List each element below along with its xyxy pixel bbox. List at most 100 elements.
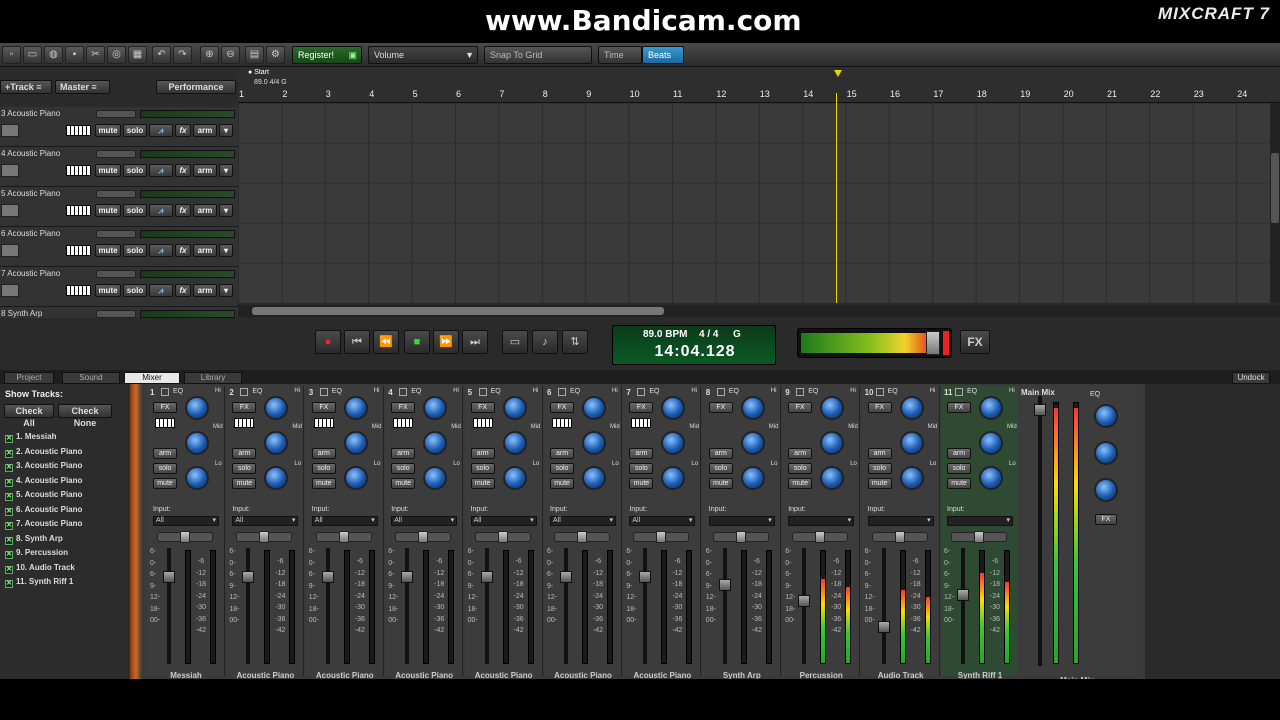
- import-icon[interactable]: ◍: [44, 46, 63, 64]
- input-select[interactable]: ▾: [708, 516, 775, 526]
- channel-fader-knob[interactable]: [718, 579, 731, 591]
- channel-fader-knob[interactable]: [798, 595, 811, 607]
- channel-arm-button[interactable]: arm: [470, 448, 495, 459]
- performance-button[interactable]: Performance: [156, 80, 236, 94]
- instrument-icon[interactable]: [1, 244, 19, 257]
- channel-solo-button[interactable]: solo: [708, 463, 733, 474]
- channel-fader-track[interactable]: [881, 548, 886, 664]
- solo-button[interactable]: solo: [123, 284, 147, 297]
- automation-icon[interactable]: ⩘: [149, 244, 173, 257]
- checkbox-checked-icon[interactable]: ✕: [5, 565, 13, 574]
- eq-hi-knob[interactable]: [582, 396, 606, 420]
- channel-fx-button[interactable]: FX: [311, 402, 336, 413]
- channel-solo-button[interactable]: solo: [867, 463, 892, 474]
- playhead-marker-icon[interactable]: [834, 70, 842, 77]
- piano-keyboard-icon[interactable]: [552, 418, 572, 428]
- pan-knob[interactable]: [735, 531, 746, 543]
- rewind-button[interactable]: ⏪: [373, 330, 399, 354]
- channel-fx-button[interactable]: FX: [153, 402, 177, 413]
- start-marker[interactable]: ● Start: [248, 69, 269, 76]
- channel-solo-button[interactable]: solo: [629, 463, 654, 474]
- track-name[interactable]: 5 Acoustic Piano: [1, 189, 60, 198]
- pan-knob[interactable]: [338, 531, 349, 543]
- input-select[interactable]: All ▾: [470, 516, 537, 526]
- checkbox-checked-icon[interactable]: ✕: [5, 522, 13, 530]
- show-track-checkbox[interactable]: ✕ 3. Acoustic Piano: [5, 461, 115, 474]
- channel-arm-button[interactable]: arm: [629, 448, 654, 459]
- piano-keyboard-icon[interactable]: [472, 418, 493, 428]
- show-track-checkbox[interactable]: ✕ 1. Messiah: [5, 432, 115, 445]
- checkbox-checked-icon[interactable]: ✕: [5, 435, 13, 443]
- eq-mid-knob[interactable]: [820, 431, 845, 455]
- input-select[interactable]: All ▾: [550, 516, 616, 526]
- grid-icon[interactable]: ▦: [128, 46, 147, 64]
- arm-button[interactable]: arm: [193, 124, 217, 137]
- eq-mid-knob[interactable]: [502, 431, 527, 455]
- channel-grid-icon[interactable]: [558, 388, 566, 396]
- channel-solo-button[interactable]: solo: [391, 463, 416, 474]
- channel-arm-button[interactable]: arm: [550, 448, 574, 459]
- input-select[interactable]: ▾: [867, 516, 934, 526]
- channel-fx-button[interactable]: FX: [867, 402, 892, 413]
- channel-fx-button[interactable]: FX: [391, 402, 416, 413]
- check-all-button[interactable]: Check All: [4, 404, 54, 428]
- channel-solo-button[interactable]: solo: [550, 463, 574, 474]
- piano-keyboard-icon[interactable]: [66, 205, 91, 216]
- fx-button[interactable]: fx: [175, 284, 191, 297]
- show-track-checkbox[interactable]: ✕ 9. Percussion: [5, 548, 115, 561]
- track-row[interactable]: 7 Acoustic Piano mute solo ⩘ fx arm ▾: [0, 267, 238, 307]
- fx-button[interactable]: fx: [175, 164, 191, 177]
- show-track-checkbox[interactable]: ✕ 6. Acoustic Piano: [5, 505, 115, 518]
- show-track-checkbox[interactable]: ✕ 2. Acoustic Piano: [5, 447, 115, 460]
- time-toggle[interactable]: Time: [598, 46, 642, 64]
- channel-grid-icon[interactable]: [955, 388, 963, 396]
- show-track-checkbox[interactable]: ✕ 7. Acoustic Piano: [5, 519, 115, 532]
- solo-button[interactable]: solo: [123, 164, 147, 177]
- timeline-grid[interactable]: [238, 93, 1270, 303]
- track-row[interactable]: 6 Acoustic Piano mute solo ⩘ fx arm ▾: [0, 227, 238, 267]
- master-volume-knob[interactable]: [926, 331, 940, 355]
- eq-lo-knob[interactable]: [185, 466, 209, 490]
- channel-fader-knob[interactable]: [877, 621, 890, 633]
- eq-mid-knob[interactable]: [899, 431, 924, 455]
- channel-mute-button[interactable]: mute: [391, 478, 416, 489]
- main-mix-fader-knob[interactable]: [1034, 404, 1046, 416]
- channel-fader-knob[interactable]: [401, 571, 414, 583]
- channel-solo-button[interactable]: solo: [232, 463, 257, 474]
- channel-grid-icon[interactable]: [478, 388, 487, 396]
- eq-lo-knob[interactable]: [264, 466, 289, 490]
- show-track-checkbox[interactable]: ✕ 11. Synth Riff 1: [5, 577, 115, 590]
- check-none-button[interactable]: Check None: [58, 404, 112, 428]
- eq-hi-knob[interactable]: [661, 396, 686, 420]
- eq-lo-knob[interactable]: [979, 466, 1003, 490]
- add-track-button[interactable]: +Track ≡: [0, 80, 52, 94]
- channel-grid-icon[interactable]: [240, 388, 249, 396]
- instrument-icon[interactable]: [1, 124, 19, 137]
- mute-button[interactable]: mute: [95, 124, 121, 137]
- piano-keyboard-icon[interactable]: [631, 418, 652, 428]
- pan-slider[interactable]: [395, 531, 452, 543]
- checkbox-checked-icon[interactable]: ✕: [5, 507, 13, 516]
- channel-arm-button[interactable]: arm: [391, 448, 416, 459]
- channel-arm-button[interactable]: arm: [788, 448, 813, 459]
- track-name[interactable]: 7 Acoustic Piano: [1, 269, 60, 278]
- channel-solo-button[interactable]: solo: [311, 463, 336, 474]
- arm-button[interactable]: arm: [193, 284, 217, 297]
- track-volume-slider[interactable]: [96, 190, 136, 198]
- channel-fader-knob[interactable]: [321, 571, 334, 583]
- channel-fader-knob[interactable]: [163, 571, 175, 583]
- tab-project[interactable]: Project: [4, 372, 54, 384]
- track-volume-slider[interactable]: [96, 110, 136, 118]
- track-menu-chevron-icon[interactable]: ▾: [219, 244, 233, 257]
- track-volume-slider[interactable]: [96, 310, 136, 318]
- track-volume-slider[interactable]: [96, 150, 136, 158]
- timeline-ruler[interactable]: ● Start 89.0 4/4 G 1 2 3 4 5 6 7 8 9 10 11 12 13 14 15…: [238, 67, 1280, 103]
- register-button[interactable]: Register! ▣: [292, 46, 362, 64]
- eq-lo-knob[interactable]: [423, 466, 448, 490]
- automation-icon[interactable]: ⩘: [149, 204, 173, 217]
- channel-mute-button[interactable]: mute: [470, 478, 495, 489]
- piano-keyboard-icon[interactable]: [66, 125, 91, 136]
- input-select[interactable]: All ▾: [311, 516, 378, 526]
- main-mix-lo-knob[interactable]: [1094, 478, 1118, 502]
- pan-slider[interactable]: [951, 531, 1007, 543]
